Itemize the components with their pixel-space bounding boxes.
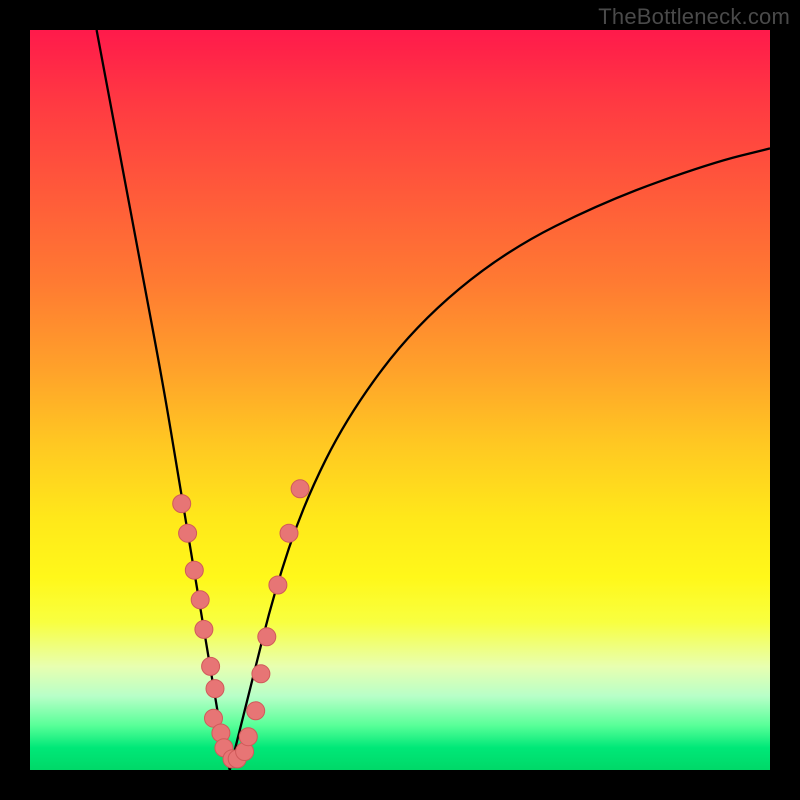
marker-dot bbox=[206, 680, 224, 698]
marker-dot bbox=[239, 728, 257, 746]
marker-dot bbox=[258, 628, 276, 646]
marker-dot bbox=[269, 576, 287, 594]
curve-right-arm bbox=[230, 148, 770, 770]
watermark-text: TheBottleneck.com bbox=[598, 4, 790, 30]
marker-dot bbox=[179, 524, 197, 542]
marker-dot bbox=[191, 591, 209, 609]
curve-layer bbox=[30, 30, 770, 770]
plot-area bbox=[30, 30, 770, 770]
marker-dot bbox=[252, 665, 270, 683]
marker-dot bbox=[202, 657, 220, 675]
marker-dot bbox=[280, 524, 298, 542]
marker-dot bbox=[173, 495, 191, 513]
marker-dot bbox=[185, 561, 203, 579]
marker-dot bbox=[247, 702, 265, 720]
marker-dot bbox=[195, 620, 213, 638]
outer-frame: TheBottleneck.com bbox=[0, 0, 800, 800]
marker-dot bbox=[291, 480, 309, 498]
